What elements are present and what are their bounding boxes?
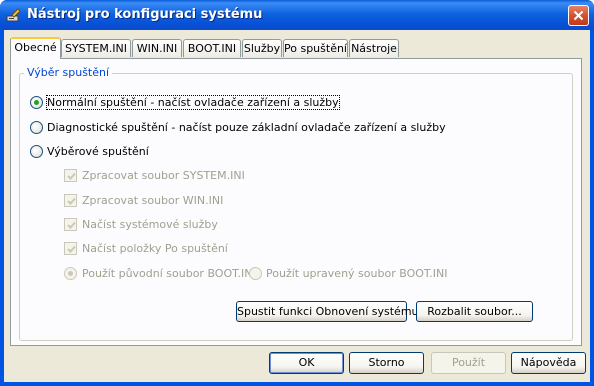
tab-panel-general: Výběr spuštění Normální spuštění - načís… [10,58,582,346]
tab-startup[interactable]: Po spuštění [283,39,348,57]
checkbox-load-startup-items-label: Načíst položky Po spuštění [82,242,228,255]
radio-normal-startup[interactable] [30,96,43,109]
checkbox-process-win-ini-label: Zpracovat soubor WIN.INI [82,194,224,207]
apply-button[interactable]: Použít [431,352,506,374]
launch-system-restore-button[interactable]: Spustit funkci Obnovení systému [236,301,419,322]
radio-selective-startup-label[interactable]: Výběrové spuštění [47,145,149,158]
radio-diagnostic-startup[interactable] [30,121,43,134]
help-button[interactable]: Nápověda [511,352,586,374]
checkmark-icon [67,172,76,180]
radio-diagnostic-startup-label[interactable]: Diagnostické spuštění - načíst pouze zák… [47,121,446,134]
title-bar[interactable]: Nástroj pro konfiguraci systému [0,0,594,30]
checkbox-process-system-ini[interactable] [64,169,77,182]
dialog-client-area: Obecné SYSTEM.INI WIN.INI BOOT.INI Služb… [4,30,590,382]
ok-button[interactable]: OK [269,352,344,374]
checkmark-icon [67,221,76,229]
checkbox-load-system-services[interactable] [64,218,77,231]
radio-modified-boot-ini[interactable] [249,267,262,280]
checkmark-icon [67,197,76,205]
radio-original-boot-ini[interactable] [64,267,77,280]
msconfig-app-icon [6,7,22,23]
expand-file-button[interactable]: Rozbalit soubor... [416,301,533,322]
tab-boot-ini[interactable]: BOOT.INI [183,39,241,57]
radio-original-boot-ini-label: Použít původní soubor BOOT.INI [82,267,256,280]
close-button[interactable] [568,5,589,26]
checkbox-process-system-ini-label: Zpracovat soubor SYSTEM.INI [82,169,245,182]
close-icon [573,10,584,21]
tab-system-ini[interactable]: SYSTEM.INI [61,39,131,57]
checkbox-load-startup-items[interactable] [64,242,77,255]
checkbox-process-win-ini[interactable] [64,194,77,207]
group-legend: Výběr spuštění [24,66,113,79]
cancel-button[interactable]: Storno [349,352,424,374]
tab-general[interactable]: Obecné [10,37,61,59]
checkbox-load-system-services-label: Načíst systémové služby [82,218,218,231]
tab-tools[interactable]: Nástroje [349,39,399,57]
window-title: Nástroj pro konfiguraci systému [27,7,263,22]
radio-modified-boot-ini-label: Použít upravený soubor BOOT.INI [266,267,448,280]
checkmark-icon [67,245,76,253]
startup-selection-group: Výběr spuštění Normální spuštění - načís… [19,66,573,341]
tab-services[interactable]: Služby [242,39,282,57]
dialog-window: Nástroj pro konfiguraci systému Obecné S… [0,0,594,386]
tab-win-ini[interactable]: WIN.INI [132,39,182,57]
radio-selective-startup[interactable] [30,145,43,158]
radio-normal-startup-label[interactable]: Normální spuštění - načíst ovladače zaří… [46,95,340,110]
